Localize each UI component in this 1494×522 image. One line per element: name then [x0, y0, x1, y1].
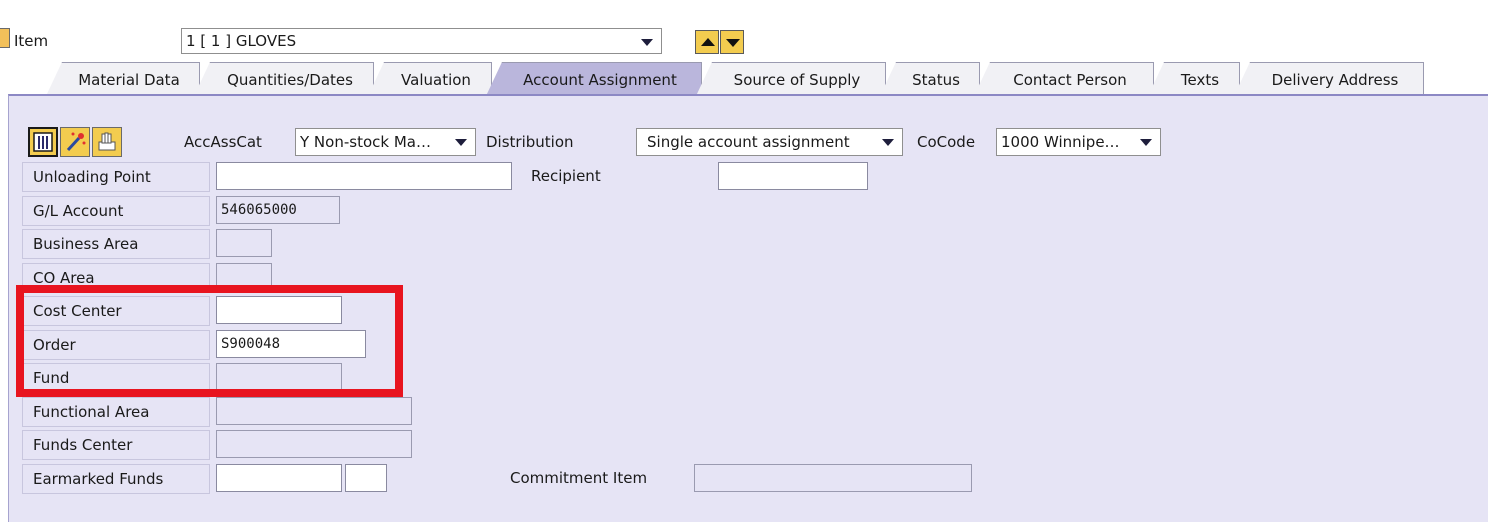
earmarked-funds-item-input[interactable]	[345, 464, 387, 492]
acc-ass-cat-value: Y Non-stock Ma…	[300, 133, 431, 151]
earmarked-funds-label: Earmarked Funds	[22, 464, 210, 494]
distribution-select[interactable]: Single account assignment	[636, 128, 903, 156]
hand-icon	[98, 132, 116, 151]
arrow-down-icon	[726, 39, 740, 47]
tab-status[interactable]: Status	[880, 62, 980, 96]
single-screen-button[interactable]	[28, 127, 58, 157]
item-select-value: 1 [ 1 ] GLOVES	[186, 32, 297, 50]
tab-texts[interactable]: Texts	[1148, 62, 1240, 96]
business-area-field	[216, 229, 272, 257]
unloading-point-label: Unloading Point	[22, 162, 210, 192]
tab-label: Valuation	[401, 71, 471, 89]
tab-label: Source of Supply	[733, 71, 861, 89]
accept-button[interactable]	[92, 127, 122, 157]
chevron-down-icon	[1140, 139, 1152, 146]
tab-label: Status	[912, 71, 960, 89]
item-overview-icon[interactable]	[0, 28, 10, 48]
cocode-select[interactable]: 1000 Winnipe…	[996, 128, 1161, 156]
gl-account-field: 546065000	[216, 196, 340, 224]
recipient-label: Recipient	[531, 167, 601, 185]
chevron-down-icon	[882, 139, 894, 146]
next-item-button[interactable]	[720, 30, 744, 54]
magic-wand-icon	[66, 132, 86, 152]
previous-item-button[interactable]	[695, 30, 719, 54]
funds-center-field	[216, 430, 412, 458]
tab-label: Delivery Address	[1271, 71, 1399, 89]
grid-icon	[33, 132, 53, 152]
proposal-button[interactable]	[60, 127, 90, 157]
tab-valuation[interactable]: Valuation	[368, 62, 492, 96]
funds-center-label: Funds Center	[22, 430, 210, 460]
arrow-up-icon	[701, 38, 715, 46]
business-area-label: Business Area	[22, 229, 210, 259]
tab-label: Material Data	[78, 71, 180, 89]
item-select[interactable]: 1 [ 1 ] GLOVES	[181, 28, 662, 54]
distribution-value: Single account assignment	[647, 133, 850, 151]
cocode-label: CoCode	[917, 133, 976, 151]
acc-ass-cat-label: AccAssCat	[184, 133, 262, 151]
tab-label: Contact Person	[1013, 71, 1127, 89]
unloading-point-input[interactable]	[216, 162, 512, 190]
item-label: Item	[14, 32, 49, 50]
functional-area-field	[216, 397, 412, 425]
chevron-down-icon	[455, 139, 467, 146]
cocode-value: 1000 Winnipe…	[1001, 133, 1120, 151]
recipient-input[interactable]	[718, 162, 868, 190]
tab-account-assignment[interactable]: Account Assignment	[486, 62, 702, 96]
tab-material-data[interactable]: Material Data	[46, 62, 200, 96]
tab-label: Account Assignment	[523, 71, 677, 89]
commitment-item-label: Commitment Item	[510, 469, 648, 487]
acc-ass-cat-select[interactable]: Y Non-stock Ma…	[295, 128, 476, 156]
tab-delivery-address[interactable]: Delivery Address	[1234, 62, 1424, 96]
distribution-label: Distribution	[486, 133, 574, 151]
commitment-item-field	[694, 464, 972, 492]
tab-label: Quantities/Dates	[227, 71, 353, 89]
tab-quantities-dates[interactable]: Quantities/Dates	[194, 62, 374, 96]
functional-area-label: Functional Area	[22, 397, 210, 427]
earmarked-funds-input[interactable]	[216, 464, 342, 492]
highlight-box	[16, 285, 403, 397]
tab-label: Texts	[1180, 71, 1220, 89]
tab-source-of-supply[interactable]: Source of Supply	[696, 62, 886, 96]
gl-account-label: G/L Account	[22, 196, 210, 226]
chevron-down-icon	[641, 39, 653, 46]
tab-contact-person[interactable]: Contact Person	[974, 62, 1154, 96]
